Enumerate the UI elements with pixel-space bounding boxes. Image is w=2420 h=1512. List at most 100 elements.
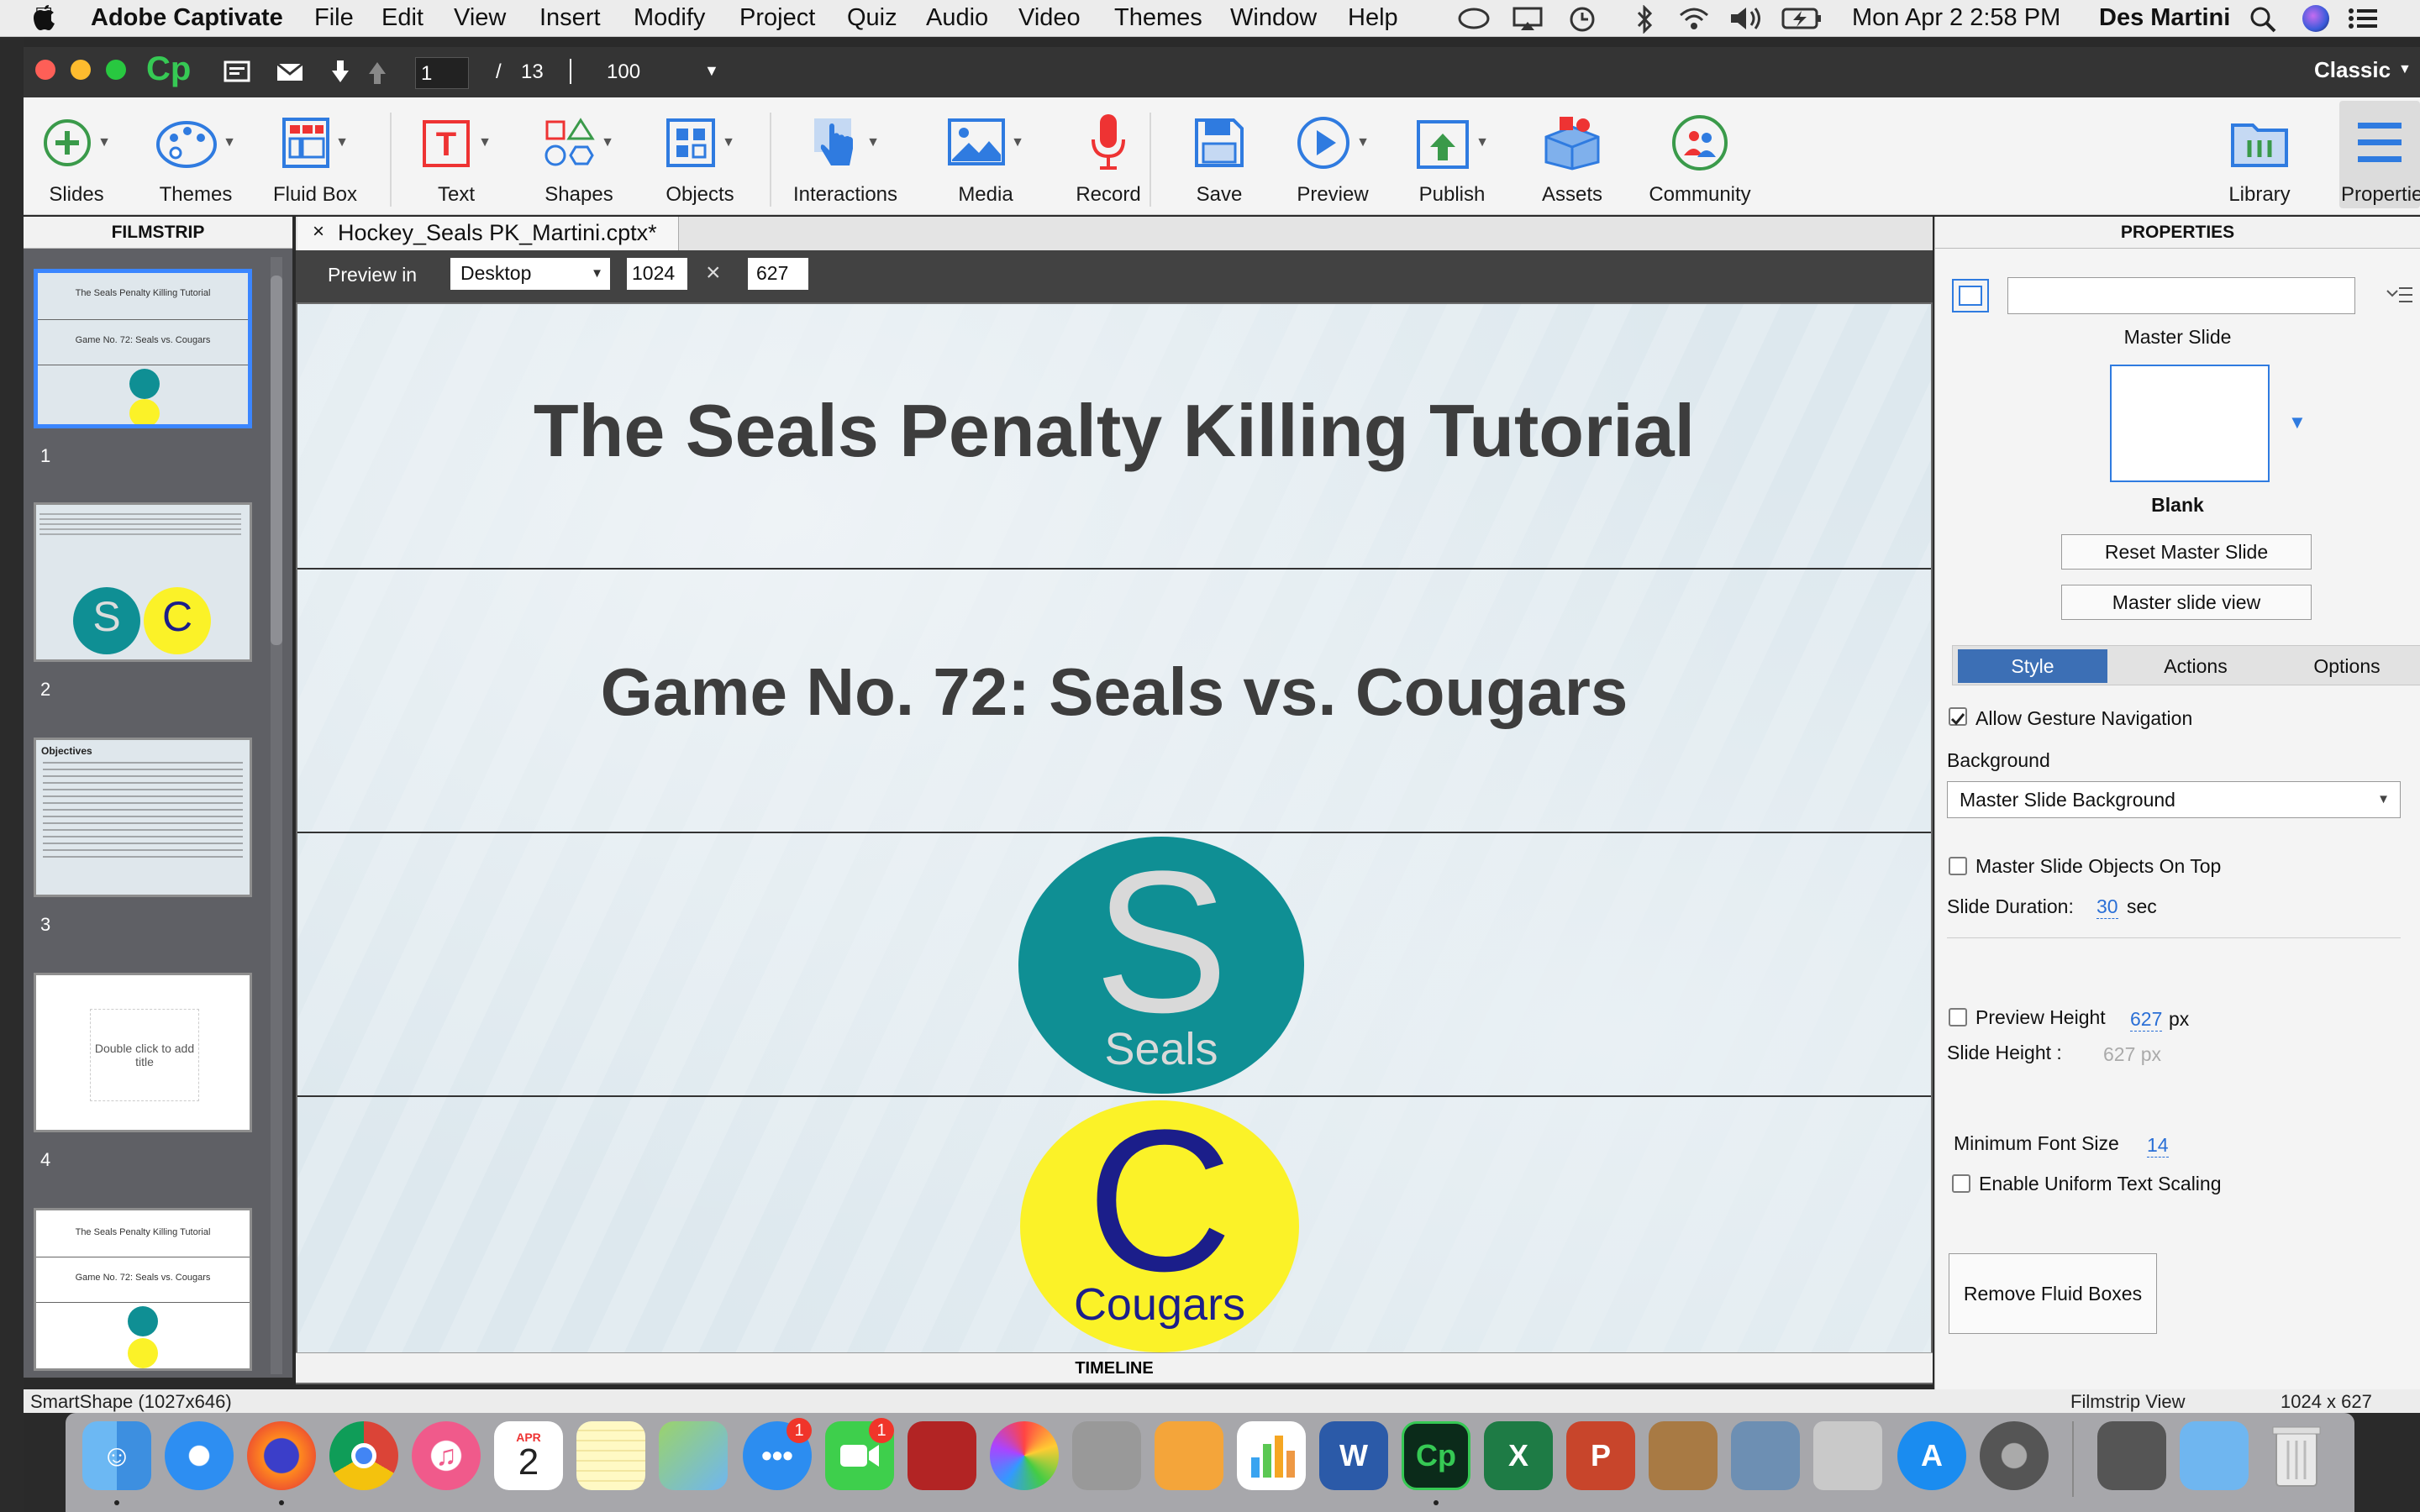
menubar-user[interactable]: Des Martini	[2099, 4, 2230, 32]
menu-modify[interactable]: Modify	[634, 4, 705, 32]
firefox-icon[interactable]	[247, 1421, 316, 1490]
preview-height-input[interactable]: 627	[748, 258, 808, 290]
numbers-icon[interactable]	[1237, 1421, 1306, 1490]
preview-height-checkbox[interactable]	[1949, 1008, 1967, 1026]
system-preferences-icon[interactable]	[1980, 1421, 2049, 1490]
cougars-logo[interactable]: C Cougars	[1020, 1095, 1299, 1352]
menu-view[interactable]: View	[454, 4, 506, 32]
pages-icon[interactable]	[1155, 1421, 1223, 1490]
preview-height-value[interactable]: 627	[2130, 1008, 2163, 1032]
close-tab-icon[interactable]: ×	[313, 220, 324, 244]
trash-icon[interactable]	[2262, 1421, 2331, 1490]
library-button[interactable]: Library	[2213, 109, 2306, 207]
master-slide-preview[interactable]	[2110, 365, 2270, 482]
menu-quiz[interactable]: Quiz	[847, 4, 897, 32]
fluid-box-seals[interactable]: S Seals	[297, 833, 1931, 1097]
tab-actions[interactable]: Actions	[2121, 649, 2270, 683]
menu-edit[interactable]: Edit	[381, 4, 424, 32]
app-name-menu[interactable]: Adobe Captivate	[91, 4, 283, 32]
email-icon[interactable]	[276, 62, 304, 82]
min-font-size-value[interactable]: 14	[2147, 1134, 2169, 1158]
preview-stack-icon[interactable]	[2097, 1421, 2166, 1490]
remove-fluid-boxes-button[interactable]: Remove Fluid Boxes	[1949, 1253, 2157, 1334]
chrome-icon[interactable]	[329, 1421, 398, 1490]
page-number-input[interactable]: 1	[415, 57, 469, 89]
publish-button[interactable]: ▼ Publish	[1402, 109, 1502, 207]
interactions-button[interactable]: ▼ Interactions	[786, 109, 904, 207]
menu-insert[interactable]: Insert	[539, 4, 601, 32]
minimize-window-button[interactable]	[71, 60, 91, 80]
slide-thumbnail-5[interactable]: The Seals Penalty Killing Tutorial Game …	[34, 1208, 252, 1371]
siri-icon[interactable]	[2302, 5, 2329, 32]
photos-icon[interactable]	[990, 1421, 1059, 1490]
maps-icon[interactable]	[659, 1421, 728, 1490]
menu-file[interactable]: File	[314, 4, 354, 32]
apple-logo-icon[interactable]	[32, 5, 57, 32]
background-select[interactable]: Master Slide Background ▼	[1947, 781, 2401, 818]
creative-cloud-icon[interactable]	[1457, 7, 1491, 30]
previous-slide-arrow-icon[interactable]	[366, 60, 388, 86]
assets-button[interactable]: Assets	[1526, 109, 1618, 207]
menu-video[interactable]: Video	[1018, 4, 1081, 32]
spotlight-search-icon[interactable]	[2249, 5, 2277, 34]
wifi-icon[interactable]	[1677, 7, 1711, 32]
word-icon[interactable]: W	[1319, 1421, 1388, 1490]
close-window-button[interactable]	[35, 60, 55, 80]
filmstrip-scroll-thumb[interactable]	[271, 276, 282, 645]
slide-subtitle[interactable]: Game No. 72: Seals vs. Cougars	[297, 654, 1931, 731]
fluid-box-button[interactable]: ▼ Fluid Box	[260, 109, 370, 207]
battery-icon[interactable]	[1781, 7, 1822, 30]
app-store-icon[interactable]: A	[1897, 1421, 1966, 1490]
preview-button[interactable]: ▼ Preview	[1282, 109, 1383, 207]
itunes-icon[interactable]: ♫	[412, 1421, 481, 1490]
master-dropdown-arrow-icon[interactable]: ▼	[2288, 412, 2307, 433]
workspace-switcher[interactable]: Classic	[2314, 57, 2391, 83]
shapes-button[interactable]: ▼ Shapes	[533, 109, 625, 207]
powerpoint-icon[interactable]: P	[1566, 1421, 1635, 1490]
slide-thumbnail-1[interactable]: The Seals Penalty Killing Tutorial Game …	[34, 269, 252, 428]
master-slide-view-button[interactable]: Master slide view	[2061, 585, 2312, 620]
calculator-icon[interactable]	[1072, 1421, 1141, 1490]
time-machine-icon[interactable]	[1568, 5, 1597, 34]
photo-booth-icon[interactable]	[908, 1421, 976, 1490]
fluid-box-cougars[interactable]: C Cougars	[297, 1095, 1931, 1352]
next-slide-arrow-icon[interactable]	[329, 59, 351, 84]
filmstrip-scrollbar[interactable]	[271, 257, 282, 1374]
zoom-dropdown-arrow-icon[interactable]: ▼	[704, 62, 719, 80]
objects-on-top-checkbox[interactable]	[1949, 857, 1967, 875]
notes-icon[interactable]	[576, 1421, 645, 1490]
themes-button[interactable]: ▼ Themes	[141, 109, 250, 207]
slides-button[interactable]: ▼ Slides	[30, 109, 123, 207]
contacts-icon[interactable]	[1649, 1421, 1718, 1490]
menu-window[interactable]: Window	[1230, 4, 1317, 32]
properties-button[interactable]: Properties	[2339, 101, 2420, 208]
menu-project[interactable]: Project	[739, 4, 815, 32]
allow-gesture-checkbox[interactable]	[1949, 707, 1967, 726]
text-button[interactable]: T ▼ Text	[410, 109, 502, 207]
airplay-icon[interactable]	[1512, 7, 1543, 32]
excel-icon[interactable]: X	[1484, 1421, 1553, 1490]
captivate-dock-icon[interactable]: Cp	[1402, 1421, 1470, 1490]
fluid-box-subtitle[interactable]: Game No. 72: Seals vs. Cougars	[297, 570, 1931, 833]
slide-duration-value[interactable]: 30	[2096, 895, 2118, 919]
notification-center-icon[interactable]	[2348, 7, 2380, 30]
preview-width-input[interactable]: 1024	[627, 258, 687, 290]
tab-options[interactable]: Options	[2275, 649, 2418, 683]
volume-icon[interactable]	[1728, 5, 1765, 32]
calendar-icon[interactable]: APR 2	[494, 1421, 563, 1490]
uniform-scaling-checkbox[interactable]	[1952, 1174, 1970, 1193]
device-select[interactable]: Desktop ▼	[450, 258, 610, 290]
menu-themes[interactable]: Themes	[1114, 4, 1202, 32]
menu-audio[interactable]: Audio	[926, 4, 988, 32]
filmstrip-view-icon[interactable]	[224, 60, 250, 82]
community-button[interactable]: Community	[1620, 109, 1780, 207]
dvd-player-icon[interactable]	[1813, 1421, 1882, 1490]
bluetooth-icon[interactable]	[1635, 5, 1654, 34]
finder-icon[interactable]: ☺	[82, 1421, 151, 1490]
fluid-box-title[interactable]: The Seals Penalty Killing Tutorial	[297, 304, 1931, 570]
tab-style[interactable]: Style	[1958, 649, 2107, 683]
record-button[interactable]: Record	[1062, 109, 1155, 207]
panel-menu-icon[interactable]	[2386, 284, 2414, 307]
menu-help[interactable]: Help	[1348, 4, 1398, 32]
slide-title[interactable]: The Seals Penalty Killing Tutorial	[297, 388, 1931, 474]
